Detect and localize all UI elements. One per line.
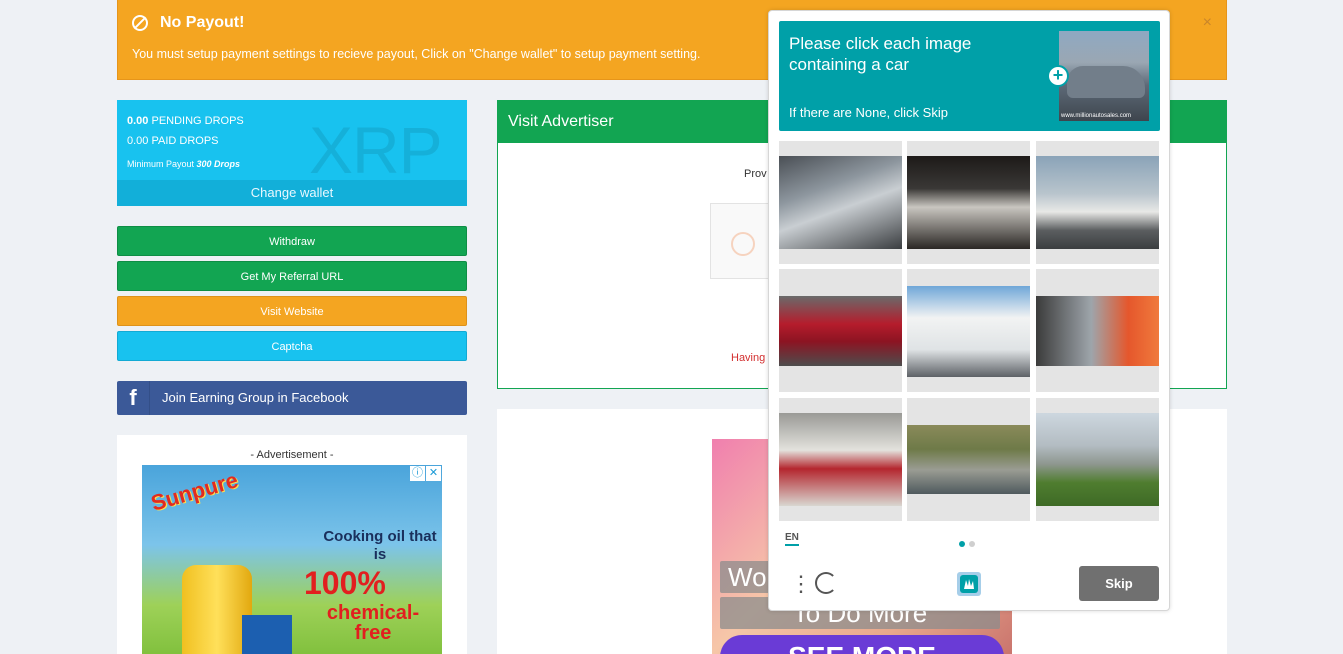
challenge-tile-8[interactable] xyxy=(907,398,1030,521)
ad-choices[interactable]: ⓘ ✕ xyxy=(410,466,441,481)
pending-value: 0.00 xyxy=(127,115,149,127)
hcaptcha-checkbox-widget[interactable] xyxy=(710,203,770,279)
challenge-tile-5[interactable] xyxy=(907,269,1030,392)
alert-title: No Payout! xyxy=(160,14,245,31)
facebook-label: Join Earning Group in Facebook xyxy=(162,390,349,405)
challenge-tile-3[interactable] xyxy=(1036,141,1159,264)
min-value: 300 Drops xyxy=(196,159,241,169)
car-interior-image xyxy=(1036,296,1159,366)
challenge-tile-9[interactable] xyxy=(1036,398,1159,521)
alert-close-button[interactable]: × xyxy=(1203,14,1212,32)
hcaptcha-logo-icon[interactable] xyxy=(953,568,985,600)
fighter-jet-image xyxy=(1036,413,1159,506)
example-car-image: www.millionautosales.com xyxy=(1059,31,1149,121)
example-car-shape xyxy=(1067,66,1145,98)
challenge-tile-2[interactable] xyxy=(907,141,1030,264)
ad-chemical-free: chemical-free xyxy=(326,602,420,644)
facebook-group-button[interactable]: f Join Earning Group in Facebook xyxy=(117,381,467,415)
example-image-url: www.millionautosales.com xyxy=(1061,113,1132,119)
captcha-button[interactable]: Captcha xyxy=(117,331,467,361)
red-convertible-image xyxy=(779,296,902,366)
page-indicator xyxy=(959,541,975,547)
visit-website-button[interactable]: Visit Website xyxy=(117,296,467,326)
pending-label: PENDING DROPS xyxy=(148,115,244,127)
having-trouble-text: Having xyxy=(731,352,766,364)
page-dot xyxy=(969,541,975,547)
ban-icon xyxy=(132,15,148,31)
challenge-tile-7[interactable] xyxy=(779,398,902,521)
withdraw-button[interactable]: Withdraw xyxy=(117,226,467,256)
minimum-payout: Minimum Payout 300 Drops xyxy=(127,159,240,169)
paid-label: PAID DROPS xyxy=(148,135,219,147)
sunpure-ad-image[interactable]: ⓘ ✕ Sunpure Cooking oil that is 100% che… xyxy=(142,465,442,654)
ad-headline: Cooking oil that is xyxy=(323,528,437,563)
xrp-watermark: XRP xyxy=(309,113,443,187)
challenge-tile-1[interactable] xyxy=(779,141,902,264)
product-box-image xyxy=(242,615,292,654)
challenge-tile-6[interactable] xyxy=(1036,269,1159,392)
white-bus-image xyxy=(907,286,1030,377)
prompt-subtext: If there are None, click Skip xyxy=(789,105,948,120)
facebook-icon: f xyxy=(117,381,150,415)
hovercraft-image xyxy=(907,425,1030,494)
provide-text: Prov xyxy=(744,168,767,180)
referral-url-button[interactable]: Get My Referral URL xyxy=(117,261,467,291)
ad-brand: Sunpure xyxy=(148,467,241,516)
ad-percent: 100% xyxy=(304,565,386,601)
page-dot-active xyxy=(959,541,965,547)
more-options-icon[interactable]: ⋮ xyxy=(790,573,812,595)
change-wallet-button[interactable]: Change wallet xyxy=(117,180,467,206)
ad-close-icon[interactable]: ✕ xyxy=(426,466,441,481)
white-convertible-image xyxy=(779,413,902,506)
left-ad-panel: - Advertisement - ⓘ ✕ Sunpure Cooking oi… xyxy=(117,435,467,654)
wallet-panel: XRP 0.00 PENDING DROPS 0.00 PAID DROPS M… xyxy=(117,100,467,206)
loading-spinner-icon xyxy=(731,232,755,256)
hcaptcha-challenge: Please click each image containing a car… xyxy=(768,10,1170,611)
jet-runway-image xyxy=(1036,156,1159,249)
paid-value: 0.00 xyxy=(127,135,149,147)
ad-info-icon[interactable]: ⓘ xyxy=(410,466,425,481)
plus-icon[interactable]: + xyxy=(1047,65,1069,87)
prompt-question: Please click each image containing a car xyxy=(789,34,972,74)
challenge-tile-4[interactable] xyxy=(779,269,902,392)
language-selector[interactable]: EN xyxy=(785,532,799,546)
advertisement-label: - Advertisement - xyxy=(250,449,334,461)
skip-button[interactable]: Skip xyxy=(1079,566,1159,601)
alert-message: You must setup payment settings to recie… xyxy=(132,47,701,61)
refresh-icon[interactable] xyxy=(815,572,837,594)
challenge-prompt: Please click each image containing a car… xyxy=(779,21,1160,131)
bus-night-image xyxy=(907,156,1030,249)
alert-title-row: No Payout! xyxy=(132,14,244,32)
min-label: Minimum Payout xyxy=(127,159,197,169)
paid-drops: 0.00 PAID DROPS xyxy=(127,135,219,147)
pending-drops: 0.00 PENDING DROPS xyxy=(127,115,244,127)
see-more-button[interactable]: SEE MORE xyxy=(720,635,1004,654)
car-engine-image xyxy=(779,156,902,249)
